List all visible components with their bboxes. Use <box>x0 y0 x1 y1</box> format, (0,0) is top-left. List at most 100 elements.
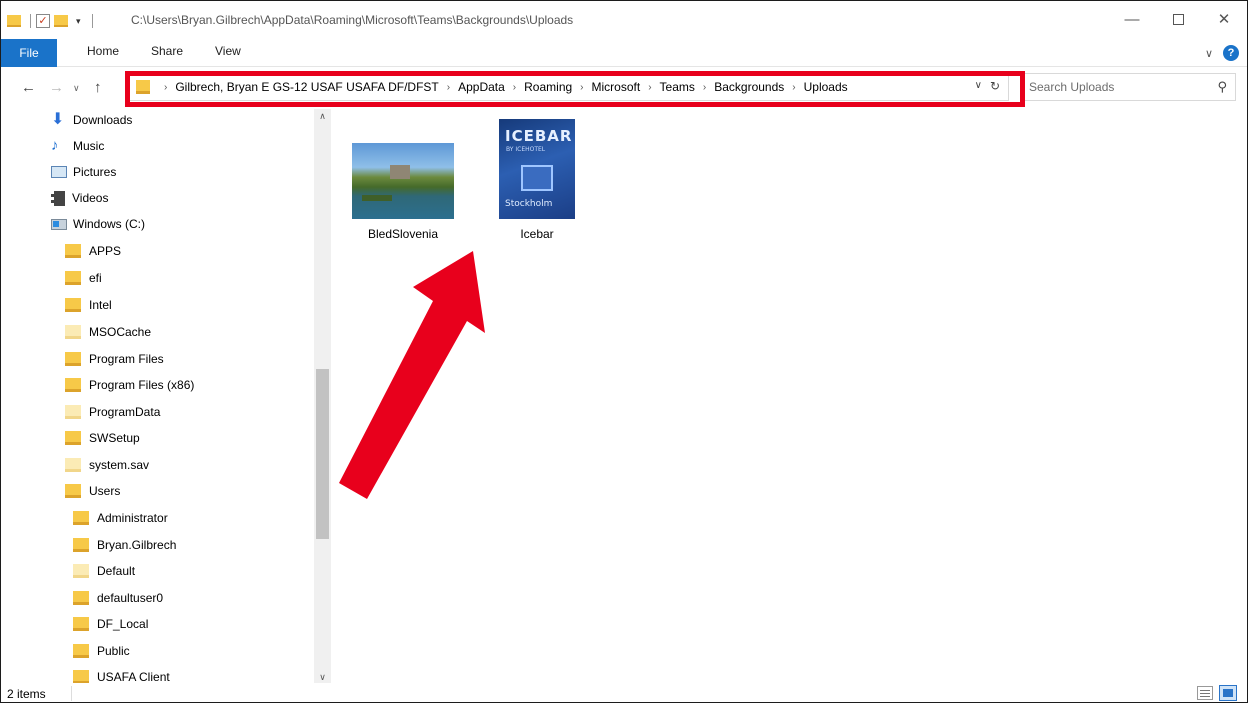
sidebar-item-label: defaultuser0 <box>97 591 164 605</box>
chevron-right-icon[interactable]: › <box>164 82 167 93</box>
sidebar-item-efi[interactable]: efi <box>65 267 102 289</box>
file-name: BledSlovenia <box>367 227 439 241</box>
breadcrumb-item[interactable]: Gilbrech, Bryan E GS-12 USAF USAFA DF/DF… <box>175 80 438 94</box>
breadcrumb-item[interactable]: AppData <box>458 80 505 94</box>
sidebar-item-intel[interactable]: Intel <box>65 294 112 316</box>
help-icon[interactable]: ? <box>1223 45 1239 61</box>
sidebar-item-label: ProgramData <box>89 405 161 419</box>
item-count: 2 items <box>7 687 46 701</box>
folder-icon <box>73 644 89 658</box>
breadcrumb-item[interactable]: Backgrounds <box>714 80 784 94</box>
sidebar-item-label: Intel <box>89 298 112 312</box>
sidebar-item-program-files[interactable]: Program Files <box>65 348 164 370</box>
search-box: ⚲ <box>1022 73 1236 101</box>
scroll-down-icon[interactable]: ∨ <box>314 672 331 683</box>
sidebar-item-label: Videos <box>72 191 109 205</box>
folder-icon <box>73 591 89 605</box>
chevron-right-icon[interactable]: › <box>648 82 651 93</box>
up-arrow-icon[interactable]: ↑ <box>94 79 102 96</box>
breadcrumb-item[interactable]: Teams <box>660 80 695 94</box>
recent-locations-icon[interactable]: ∨ <box>73 83 80 94</box>
file-list: BledSlovenia ICEBAR BY ICEHOTEL Stockhol… <box>331 109 1247 683</box>
tab-view[interactable]: View <box>215 44 241 58</box>
sidebar-item-label: Default <box>97 564 136 578</box>
breadcrumb: › Gilbrech, Bryan E GS-12 USAF USAFA DF/… <box>156 80 848 94</box>
sidebar-item-label: Program Files (x86) <box>89 378 195 392</box>
sidebar-item-swsetup[interactable]: SWSetup <box>65 427 140 449</box>
sidebar-item-df-local[interactable]: DF_Local <box>73 613 148 635</box>
address-bar[interactable]: › Gilbrech, Bryan E GS-12 USAF USAFA DF/… <box>129 73 1009 101</box>
properties-icon[interactable]: ✓ <box>36 14 50 28</box>
maximize-button[interactable] <box>1155 1 1201 37</box>
quick-access-toolbar: ✓ ▾ <box>7 13 98 29</box>
tab-home[interactable]: Home <box>87 44 119 58</box>
sidebar-item-label: APPS <box>89 244 122 258</box>
toolbar-separator <box>91 14 93 28</box>
image-thumbnail <box>352 143 454 219</box>
minimize-icon: — <box>1124 10 1140 28</box>
folder-icon <box>65 298 81 312</box>
folder-icon <box>65 325 81 339</box>
folder-icon <box>73 670 89 684</box>
sidebar-item-bryan-gilbrech[interactable]: Bryan.Gilbrech <box>73 534 176 556</box>
sidebar-item-pictures[interactable]: Pictures <box>51 161 116 183</box>
minimize-button[interactable]: — <box>1109 1 1155 37</box>
back-arrow-icon[interactable]: ← <box>21 79 36 96</box>
folder-icon <box>65 405 81 419</box>
breadcrumb-item[interactable]: Roaming <box>524 80 572 94</box>
expand-ribbon-icon[interactable]: ∨ <box>1205 47 1213 60</box>
chevron-right-icon[interactable]: › <box>792 82 795 93</box>
sidebar-item-public[interactable]: Public <box>73 640 130 662</box>
folder-icon <box>73 617 89 631</box>
refresh-icon[interactable]: ↻ <box>990 79 1000 93</box>
close-button[interactable]: ✕ <box>1201 1 1247 37</box>
details-view-icon[interactable] <box>1197 686 1213 700</box>
search-icon[interactable]: ⚲ <box>1217 79 1227 95</box>
sidebar-item-label: efi <box>89 271 102 285</box>
sidebar-item-program-files-x86[interactable]: Program Files (x86) <box>65 374 194 396</box>
tab-file[interactable]: File <box>1 39 57 67</box>
folder-icon <box>65 431 81 445</box>
file-item-icebar[interactable]: ICEBAR BY ICEHOTEL Stockholm Icebar <box>479 109 595 241</box>
videos-icon <box>51 190 65 206</box>
sidebar-item-administrator[interactable]: Administrator <box>73 507 168 529</box>
folder-icon <box>65 244 81 258</box>
chevron-right-icon[interactable]: › <box>580 82 583 93</box>
navigation-scrollbar[interactable]: ∧ ∨ <box>314 109 331 683</box>
sidebar-item-msocache[interactable]: MSOCache <box>65 321 151 343</box>
sidebar-item-label: SWSetup <box>89 431 140 445</box>
sidebar-item-windows-c[interactable]: Windows (C:) <box>51 213 145 235</box>
file-item-bledslovenia[interactable]: BledSlovenia <box>345 109 461 241</box>
customize-toolbar-icon[interactable]: ▾ <box>76 16 81 27</box>
address-dropdown-icon[interactable]: ∨ <box>975 80 982 91</box>
breadcrumb-item[interactable]: Microsoft <box>592 80 641 94</box>
large-icons-view-icon[interactable] <box>1219 685 1237 701</box>
sidebar-item-label: Users <box>89 484 121 498</box>
breadcrumb-item[interactable]: Uploads <box>804 80 848 94</box>
sidebar-item-programdata[interactable]: ProgramData <box>65 401 160 423</box>
scrollbar-thumb[interactable] <box>316 369 329 539</box>
sidebar-item-apps[interactable]: APPS <box>65 240 121 262</box>
folder-icon <box>136 80 150 94</box>
sidebar-item-defaultuser0[interactable]: defaultuser0 <box>73 587 163 609</box>
sidebar-item-music[interactable]: ♪ Music <box>51 135 104 157</box>
navigation-pane: ⬇ Downloads ♪ Music Pictures Videos Wind… <box>1 109 331 684</box>
sidebar-item-label: Public <box>97 644 130 658</box>
sidebar-item-downloads[interactable]: ⬇ Downloads <box>51 109 132 131</box>
chevron-right-icon[interactable]: › <box>513 82 516 93</box>
chevron-right-icon[interactable]: › <box>703 82 706 93</box>
sidebar-item-default[interactable]: Default <box>73 560 135 582</box>
scroll-up-icon[interactable]: ∧ <box>314 111 331 122</box>
sidebar-item-label: USAFA Client <box>97 670 170 684</box>
tab-share[interactable]: Share <box>151 44 183 58</box>
sidebar-item-label: Bryan.Gilbrech <box>97 538 177 552</box>
search-input[interactable] <box>1027 78 1207 96</box>
sidebar-item-system-sav[interactable]: system.sav <box>65 454 149 476</box>
pictures-icon <box>51 166 67 178</box>
forward-arrow-icon[interactable]: → <box>49 79 64 96</box>
folder-icon <box>73 564 89 578</box>
sidebar-item-videos[interactable]: Videos <box>51 187 108 209</box>
chevron-right-icon[interactable]: › <box>447 82 450 93</box>
new-folder-icon[interactable] <box>54 15 68 27</box>
sidebar-item-users[interactable]: Users <box>65 480 120 502</box>
